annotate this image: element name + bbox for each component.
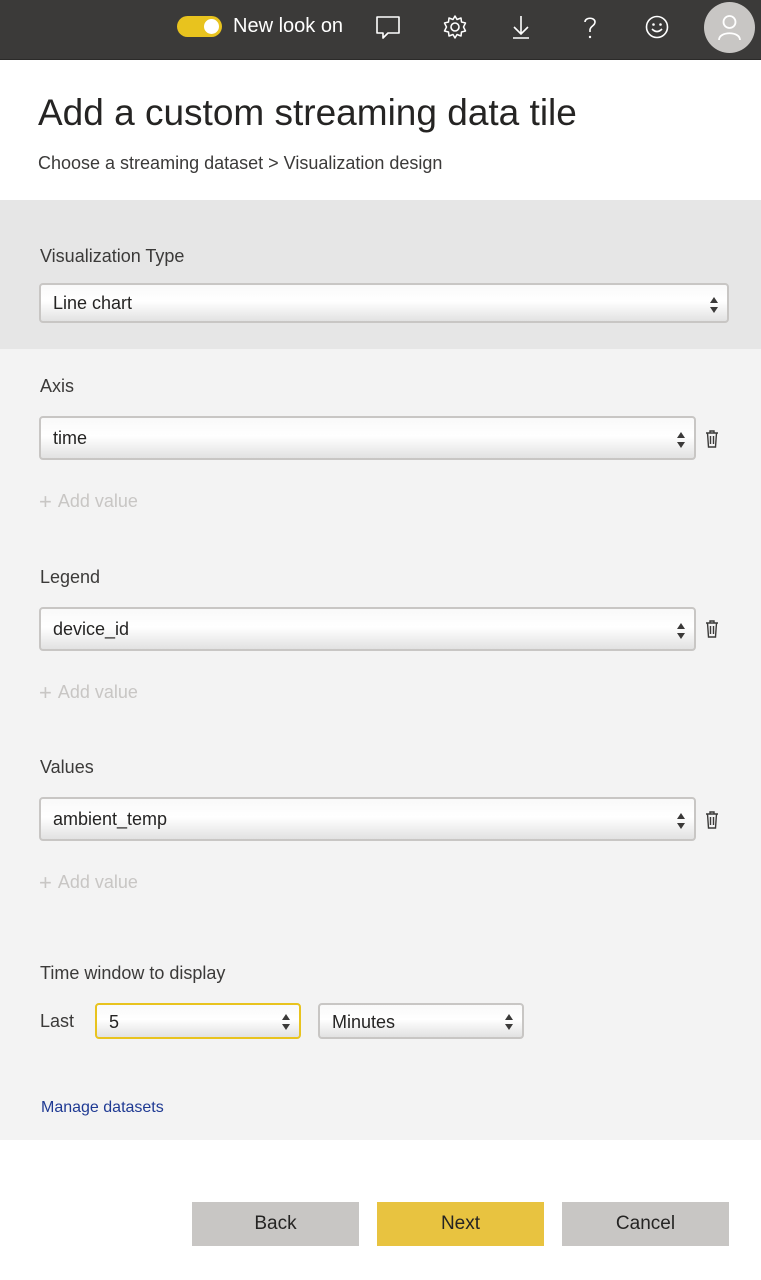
comment-icon[interactable] (374, 13, 402, 41)
values-add-value-link[interactable]: + Add value (39, 870, 138, 896)
legend-select[interactable]: device_id (39, 607, 696, 651)
time-amount-value: 5 (109, 1012, 120, 1032)
legend-value: device_id (53, 619, 130, 639)
cancel-button[interactable]: Cancel (562, 1202, 729, 1246)
axis-label: Axis (40, 376, 75, 396)
delete-values-trash-icon[interactable] (704, 810, 720, 830)
select-arrows-icon (505, 1014, 513, 1030)
axis-value: time (53, 428, 88, 448)
plus-icon: + (39, 870, 52, 895)
help-icon[interactable] (576, 13, 604, 41)
last-label: Last (40, 1011, 75, 1031)
select-arrows-icon (677, 813, 685, 829)
values-label: Values (40, 757, 94, 777)
gear-icon[interactable] (441, 13, 469, 41)
smiley-icon[interactable] (643, 13, 671, 41)
legend-add-value-link[interactable]: + Add value (39, 680, 138, 706)
visualization-type-select[interactable]: Line chart (39, 283, 729, 323)
breadcrumb: Choose a streaming dataset > Visualizati… (38, 153, 443, 173)
delete-legend-trash-icon[interactable] (704, 619, 720, 639)
visualization-type-section: Visualization Type Line chart (0, 200, 761, 349)
time-amount-select[interactable]: 5 (95, 1003, 301, 1039)
user-avatar[interactable] (704, 2, 755, 53)
next-button[interactable]: Next (377, 1202, 544, 1246)
user-icon (718, 15, 741, 41)
time-unit-select[interactable]: Minutes (318, 1003, 524, 1039)
select-arrows-icon (677, 432, 685, 448)
page-title: Add a custom streaming data tile (38, 92, 577, 133)
legend-add-value-label: Add value (57, 682, 138, 702)
axis-add-value-link[interactable]: + Add value (39, 489, 138, 515)
select-arrows-icon (710, 297, 718, 313)
toggle-knob (204, 19, 219, 34)
plus-icon: + (39, 680, 52, 705)
axis-add-value-label: Add value (57, 491, 138, 511)
time-unit-value: Minutes (332, 1012, 396, 1032)
visualization-type-label: Visualization Type (40, 246, 185, 266)
select-arrows-icon (677, 623, 685, 639)
values-select[interactable]: ambient_temp (39, 797, 696, 841)
time-window-label: Time window to display (40, 963, 226, 983)
axis-select[interactable]: time (39, 416, 696, 460)
new-look-toggle[interactable] (177, 16, 222, 37)
visualization-type-value: Line chart (53, 293, 133, 313)
values-value: ambient_temp (53, 809, 168, 829)
select-arrows-icon (282, 1014, 290, 1030)
top-bar: New look on (0, 0, 761, 60)
new-look-label: New look on (233, 15, 344, 37)
legend-label: Legend (40, 567, 101, 587)
plus-icon: + (39, 489, 52, 514)
manage-datasets-link[interactable]: Manage datasets (41, 1099, 164, 1117)
download-icon[interactable] (507, 13, 535, 41)
back-button[interactable]: Back (192, 1202, 359, 1246)
values-add-value-label: Add value (57, 872, 138, 892)
delete-axis-trash-icon[interactable] (704, 429, 720, 449)
